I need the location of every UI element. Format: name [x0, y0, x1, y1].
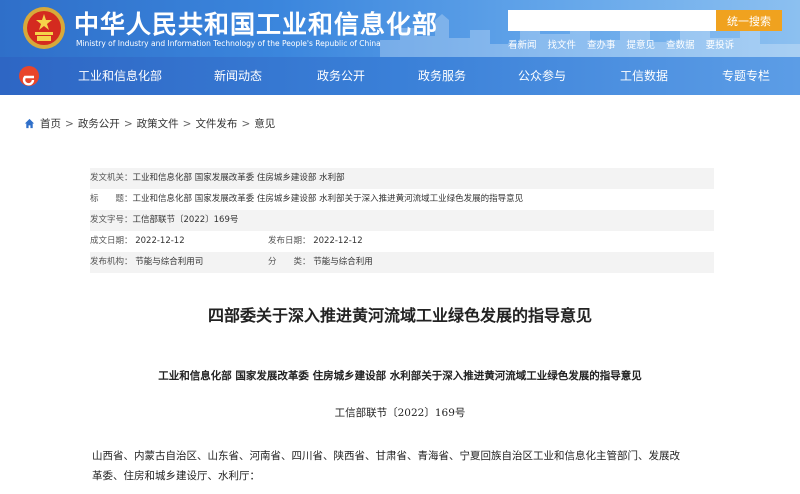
- breadcrumb-separator: >: [123, 117, 133, 130]
- meta-category-value: 节能与综合利用: [313, 257, 373, 267]
- article-doc-number: 工信部联节〔2022〕169号: [334, 407, 466, 419]
- meta-title-label: 标 题：: [90, 194, 133, 204]
- nav-item-services[interactable]: 政务服务: [418, 57, 466, 95]
- meta-created-value: 2022-12-12: [135, 236, 185, 246]
- meta-category-cell: 分 类： 节能与综合利用: [268, 252, 373, 273]
- nav-item-government-affairs[interactable]: 政务公开: [317, 57, 365, 95]
- article-body-line: 山西省、内蒙古自治区、山东省、河南省、四川省、陕西省、甘肃省、青海省、宁夏回族自…: [92, 450, 680, 462]
- breadcrumb-government-affairs[interactable]: 政务公开: [78, 116, 120, 131]
- meta-created-cell: 成文日期： 2022-12-12: [90, 231, 268, 252]
- meta-row-doc-number: 发文字号： 工信部联节〔2022〕169号: [90, 210, 714, 231]
- article-body-line: 革委、住房和城乡建设厅、水利厅：: [92, 470, 260, 482]
- meta-row-dates: 成文日期： 2022-12-12 发布日期： 2022-12-12: [90, 231, 714, 252]
- quick-link-feedback[interactable]: 提意见: [627, 37, 656, 51]
- article-heading: 工业和信息化部 国家发展改革委 住房城乡建设部 水利部关于深入推进黄河流域工业绿…: [158, 370, 642, 382]
- search-input[interactable]: [508, 10, 716, 31]
- meta-org-cell: 发布机构： 节能与综合利用司: [90, 252, 268, 273]
- quick-link-files[interactable]: 找文件: [548, 37, 577, 51]
- meta-doc-number-label: 发文字号：: [90, 215, 133, 225]
- breadcrumb-home[interactable]: 首页: [40, 116, 61, 131]
- nav-item-data[interactable]: 工信数据: [620, 57, 668, 95]
- breadcrumb-policy-files[interactable]: 政策文件: [137, 116, 179, 131]
- home-icon: [24, 118, 35, 129]
- meta-category-label: 分 类：: [268, 257, 311, 267]
- document-meta-table: 发文机关： 工业和信息化部 国家发展改革委 住房城乡建设部 水利部 标 题： 工…: [90, 168, 714, 273]
- quick-links: 看新闻 找文件 查办事 提意见 查数据 要投诉: [508, 37, 745, 51]
- site-title: 中华人民共和国工业和信息化部: [74, 10, 439, 39]
- breadcrumb-opinions[interactable]: 意见: [254, 116, 275, 131]
- meta-org-label: 发布机构：: [90, 257, 133, 267]
- article-body: 山西省、内蒙古自治区、山东省、河南省、四川省、陕西省、甘肃省、青海省、宁夏回族自…: [92, 446, 710, 486]
- site-header: 中华人民共和国工业和信息化部 Ministry of Industry and …: [0, 0, 800, 57]
- article-title: 四部委关于深入推进黄河流域工业绿色发展的指导意见: [207, 306, 592, 325]
- breadcrumb-file-release[interactable]: 文件发布: [195, 116, 237, 131]
- meta-issuer-value: 工业和信息化部 国家发展改革委 住房城乡建设部 水利部: [132, 173, 345, 183]
- quick-link-data[interactable]: 查数据: [666, 37, 695, 51]
- nav-item-news[interactable]: 新闻动态: [214, 57, 262, 95]
- meta-issuer-label: 发文机关：: [90, 173, 133, 183]
- breadcrumb-separator: >: [241, 117, 251, 130]
- meta-row-issuer: 发文机关： 工业和信息化部 国家发展改革委 住房城乡建设部 水利部: [90, 168, 714, 189]
- breadcrumb: 首页 > 政务公开 > 政策文件 > 文件发布 > 意见: [24, 116, 275, 131]
- search-button[interactable]: 统一搜索: [716, 10, 782, 31]
- nav-item-ministry[interactable]: 工业和信息化部: [78, 57, 162, 95]
- e-logo-icon[interactable]: [18, 65, 40, 87]
- quick-link-complaint[interactable]: 要投诉: [706, 37, 735, 51]
- national-emblem-icon: [23, 7, 65, 49]
- quick-link-news[interactable]: 看新闻: [508, 37, 537, 51]
- meta-doc-number-value: 工信部联节〔2022〕169号: [132, 215, 239, 225]
- meta-published-cell: 发布日期： 2022-12-12: [268, 231, 363, 252]
- nav-item-participation[interactable]: 公众参与: [518, 57, 566, 95]
- site-subtitle: Ministry of Industry and Information Tec…: [76, 39, 381, 48]
- breadcrumb-separator: >: [182, 117, 192, 130]
- breadcrumb-separator: >: [65, 117, 74, 130]
- meta-row-org: 发布机构： 节能与综合利用司 分 类： 节能与综合利用: [90, 252, 714, 273]
- meta-created-label: 成文日期：: [90, 236, 133, 246]
- nav-item-topics[interactable]: 专题专栏: [722, 57, 770, 95]
- quick-link-services[interactable]: 查办事: [587, 37, 616, 51]
- meta-published-value: 2022-12-12: [313, 236, 363, 246]
- main-nav: 工业和信息化部 新闻动态 政务公开 政务服务 公众参与 工信数据 专题专栏: [0, 57, 800, 95]
- meta-row-title: 标 题： 工业和信息化部 国家发展改革委 住房城乡建设部 水利部关于深入推进黄河…: [90, 189, 714, 210]
- meta-title-value: 工业和信息化部 国家发展改革委 住房城乡建设部 水利部关于深入推进黄河流域工业绿…: [132, 194, 524, 204]
- meta-org-value: 节能与综合利用司: [135, 257, 204, 267]
- meta-published-label: 发布日期：: [268, 236, 311, 246]
